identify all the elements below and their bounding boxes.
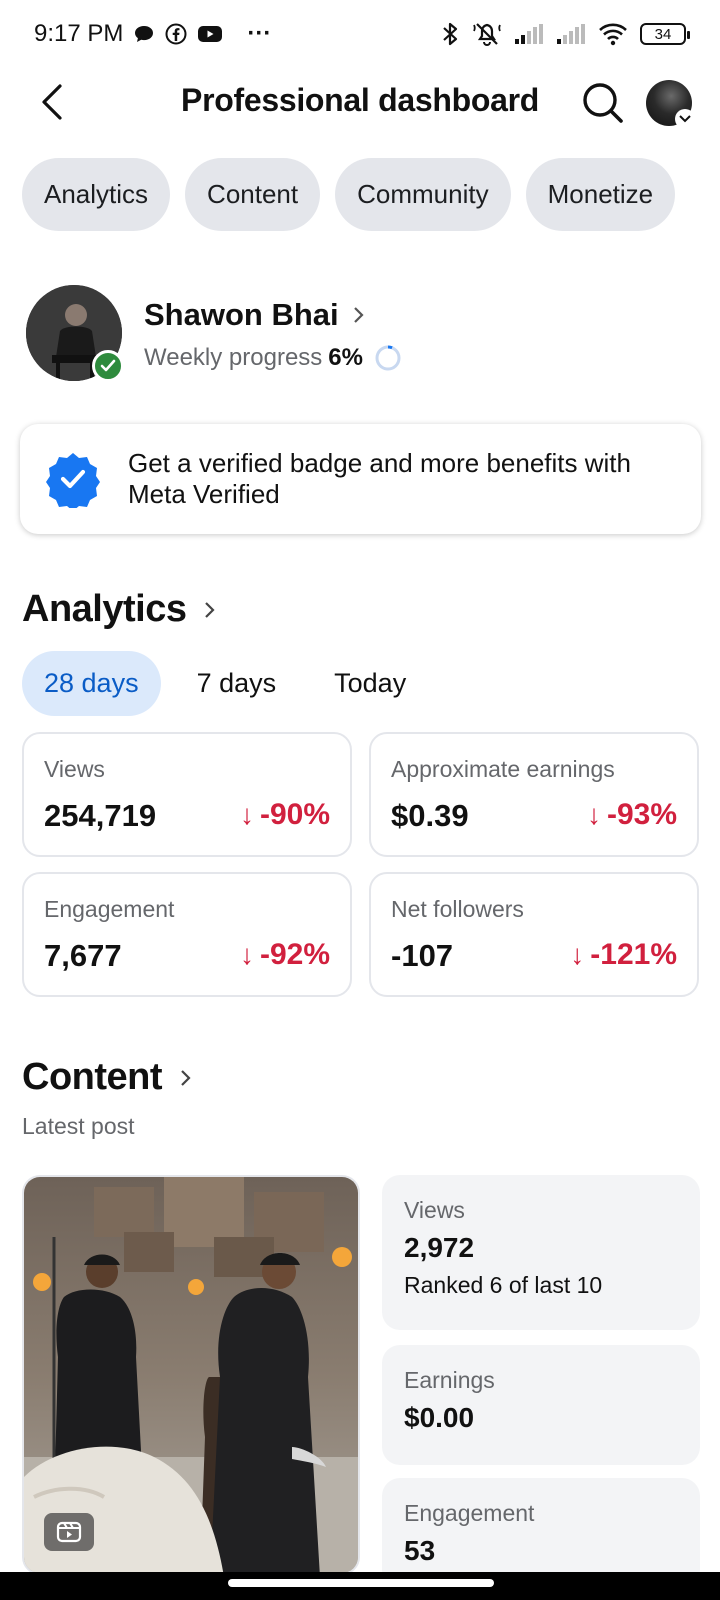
- metric-card-engagement[interactable]: Engagement 7,677 ↓ -92%: [22, 872, 352, 997]
- post-views-rank: Ranked 6 of last 10: [404, 1272, 603, 1298]
- metric-change: ↓ -90%: [240, 798, 330, 832]
- signal-icon: [556, 23, 586, 45]
- profile-summary[interactable]: Shawon Bhai Weekly progress 6%: [26, 285, 706, 385]
- metric-change-value: -93%: [606, 798, 677, 831]
- metric-card-net-followers[interactable]: Net followers -107 ↓ -121%: [369, 872, 699, 997]
- tab-28-days[interactable]: 28 days: [22, 651, 161, 716]
- chevron-down-icon: [675, 109, 695, 129]
- verified-text-line1: Get a verified badge and more benefits w…: [128, 448, 631, 478]
- chevron-right-icon: [181, 1069, 191, 1086]
- content-title: Content: [22, 1056, 163, 1098]
- chevron-right-icon: [353, 307, 364, 323]
- chevron-right-icon: [205, 601, 216, 618]
- bluetooth-icon: [440, 21, 460, 47]
- metric-card-views[interactable]: Views 254,719 ↓ -90%: [22, 732, 352, 857]
- metric-grid: Views 254,719 ↓ -90% Approximate earnings…: [22, 732, 699, 997]
- tab-today[interactable]: Today: [312, 651, 428, 716]
- progress-label: Weekly progress: [144, 344, 323, 371]
- check-badge-icon: [92, 350, 124, 382]
- meta-verified-text: Get a verified badge and more benefits w…: [128, 448, 631, 510]
- battery-icon: 34: [640, 23, 690, 45]
- section-chips: Analytics Content Community Monetize: [22, 158, 676, 231]
- youtube-icon: [197, 24, 223, 44]
- metric-change: ↓ -92%: [240, 938, 330, 972]
- profile-name: Shawon Bhai: [144, 297, 339, 332]
- account-switcher-avatar[interactable]: [646, 80, 695, 129]
- metric-card-earnings[interactable]: Approximate earnings $0.39 ↓ -93%: [369, 732, 699, 857]
- chip-monetize[interactable]: Monetize: [525, 158, 676, 231]
- post-earnings-label: Earnings: [404, 1367, 495, 1393]
- metric-change-value: -121%: [590, 938, 677, 971]
- metric-value: 7,677: [44, 938, 122, 973]
- status-right: 34: [440, 21, 690, 47]
- content-header[interactable]: Content: [22, 1056, 192, 1099]
- weekly-progress: Weekly progress 6%: [144, 343, 403, 373]
- progress-value: 6%: [328, 344, 363, 371]
- chip-analytics[interactable]: Analytics: [22, 158, 171, 231]
- home-indicator[interactable]: [228, 1579, 494, 1587]
- status-time: 9:17 PM: [34, 20, 124, 47]
- metric-label: Net followers: [391, 896, 524, 922]
- facebook-icon: [165, 23, 187, 45]
- metric-label: Views: [44, 756, 105, 782]
- post-views-label: Views: [404, 1197, 465, 1223]
- analytics-title: Analytics: [22, 588, 187, 630]
- latest-post-label: Latest post: [22, 1113, 135, 1139]
- mute-icon: [472, 21, 502, 47]
- latest-post-thumbnail[interactable]: [22, 1175, 360, 1575]
- analytics-header[interactable]: Analytics: [22, 588, 216, 631]
- post-engagement-label: Engagement: [404, 1500, 535, 1526]
- metric-change: ↓ -121%: [570, 938, 677, 972]
- battery-level: 34: [654, 25, 672, 43]
- chip-community[interactable]: Community: [335, 158, 511, 231]
- down-arrow-icon: ↓: [570, 939, 585, 970]
- gesture-bar: [0, 1572, 720, 1600]
- chip-content[interactable]: Content: [185, 158, 321, 231]
- verified-badge-icon: [46, 453, 100, 508]
- tab-7-days[interactable]: 7 days: [175, 651, 299, 716]
- post-views-value: 2,972: [404, 1232, 475, 1263]
- metric-change: ↓ -93%: [587, 798, 677, 832]
- post-earnings-card[interactable]: Earnings $0.00: [382, 1345, 700, 1465]
- signal-icon: [514, 23, 544, 45]
- status-more: ···: [247, 20, 272, 47]
- meta-verified-card[interactable]: Get a verified badge and more benefits w…: [20, 424, 701, 534]
- metric-value: -107: [391, 938, 454, 973]
- chat-bubble-icon: [133, 24, 155, 44]
- down-arrow-icon: ↓: [586, 799, 601, 830]
- post-engagement-value: 53: [404, 1535, 436, 1566]
- post-views-card[interactable]: Views 2,972 Ranked 6 of last 10: [382, 1175, 700, 1330]
- metric-value: 254,719: [44, 798, 157, 833]
- metric-value: $0.39: [391, 798, 469, 833]
- range-tabs: 28 days 7 days Today: [22, 651, 436, 716]
- metric-label: Approximate earnings: [391, 756, 615, 782]
- status-bar: 9:17 PM ··· 34: [0, 0, 720, 68]
- status-left: 9:17 PM ···: [34, 20, 271, 48]
- search-button[interactable]: [580, 80, 626, 126]
- top-bar: Professional dashboard: [0, 72, 720, 132]
- post-earnings-value: $0.00: [404, 1402, 475, 1433]
- search-icon: [583, 83, 623, 123]
- profile-name-row[interactable]: Shawon Bhai: [144, 297, 365, 333]
- verified-text-line2: Meta Verified: [128, 479, 280, 509]
- progress-ring-icon: [375, 345, 401, 371]
- down-arrow-icon: ↓: [239, 939, 254, 970]
- metric-change-value: -90%: [259, 798, 330, 831]
- wifi-icon: [598, 22, 628, 46]
- metric-change-value: -92%: [259, 938, 330, 971]
- down-arrow-icon: ↓: [239, 799, 254, 830]
- metric-label: Engagement: [44, 896, 175, 922]
- reel-icon: [44, 1513, 94, 1551]
